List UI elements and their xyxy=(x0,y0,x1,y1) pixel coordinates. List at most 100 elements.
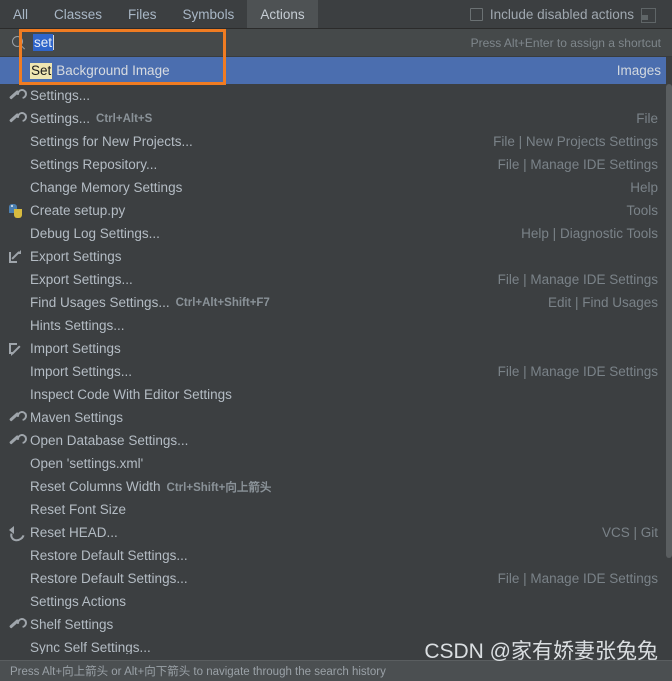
result-group: Help | Diagnostic Tools xyxy=(521,226,658,241)
python-icon xyxy=(8,203,24,219)
result-icon-placeholder xyxy=(8,548,24,564)
status-bar-text: Press Alt+向上箭头 or Alt+向下箭头 to navigate t… xyxy=(10,666,386,678)
result-label: Restore Default Settings... xyxy=(30,548,188,563)
result-label: Import Settings... xyxy=(30,364,133,379)
result-icon-placeholder xyxy=(8,180,24,196)
result-icon-placeholder xyxy=(8,226,24,242)
result-label: Restore Default Settings... xyxy=(30,571,188,586)
search-input[interactable]: set xyxy=(33,34,54,51)
search-everywhere-dialog: All Classes Files Symbols Actions Includ… xyxy=(0,0,672,681)
result-icon-placeholder xyxy=(8,640,24,655)
result-row[interactable]: Open Database Settings... xyxy=(0,429,666,452)
tab-symbols[interactable]: Symbols xyxy=(170,0,248,28)
tab-all[interactable]: All xyxy=(0,0,41,28)
result-label: Find Usages Settings... xyxy=(30,295,170,310)
result-label: Settings... xyxy=(30,88,91,103)
result-icon-placeholder xyxy=(8,502,24,518)
result-icon-placeholder xyxy=(8,295,24,311)
include-disabled-actions-option[interactable]: Include disabled actions xyxy=(469,0,672,28)
search-icon xyxy=(11,35,27,51)
window-icon[interactable] xyxy=(641,7,656,23)
result-row[interactable]: Change Memory Settings Help xyxy=(0,176,666,199)
result-row[interactable]: Settings... Ctrl+Alt+S File xyxy=(0,107,666,130)
tab-actions[interactable]: Actions xyxy=(247,0,318,28)
result-group: Tools xyxy=(626,203,658,218)
result-row[interactable]: Import Settings xyxy=(0,337,666,360)
wrench-icon xyxy=(8,617,24,633)
result-label: Shelf Settings xyxy=(30,617,114,632)
result-row[interactable]: Reset Font Size xyxy=(0,498,666,521)
result-label: Export Settings xyxy=(30,249,122,264)
result-row[interactable]: Export Settings xyxy=(0,245,666,268)
scrollbar-thumb[interactable] xyxy=(666,84,672,558)
result-icon-placeholder xyxy=(8,456,24,472)
result-group: VCS | Git xyxy=(601,525,658,540)
result-label: Inspect Code With Editor Settings xyxy=(30,387,232,402)
result-label: Settings Actions xyxy=(30,594,127,609)
result-row[interactable]: Find Usages Settings... Ctrl+Alt+Shift+F7… xyxy=(0,291,666,314)
result-row[interactable]: Shelf Settings xyxy=(0,613,666,636)
result-icon-placeholder xyxy=(8,318,24,334)
assign-shortcut-hint: Press Alt+Enter to assign a shortcut xyxy=(470,35,661,50)
result-row[interactable]: Settings... xyxy=(0,84,666,107)
result-row[interactable]: Maven Settings xyxy=(0,406,666,429)
result-row[interactable]: Restore Default Settings... File | Manage… xyxy=(0,567,666,590)
result-row[interactable]: Hints Settings... xyxy=(0,314,666,337)
result-row[interactable]: Settings Actions xyxy=(0,590,666,613)
tab-files[interactable]: Files xyxy=(115,0,170,28)
result-row[interactable]: Sync Self Settings... xyxy=(0,636,666,654)
result-label: Change Memory Settings xyxy=(30,180,183,195)
result-row[interactable]: Import Settings... File | Manage IDE Sett… xyxy=(0,360,666,383)
result-row[interactable]: Settings for New Projects... File | New P… xyxy=(0,130,666,153)
result-row[interactable]: Reset HEAD... VCS | Git xyxy=(0,521,666,544)
results-list[interactable]: Settings... Settings... Ctrl+Alt+S File Sett… xyxy=(0,84,666,654)
tab-classes-label: Classes xyxy=(54,6,103,22)
result-row[interactable]: Open 'settings.xml' xyxy=(0,452,666,475)
tab-classes[interactable]: Classes xyxy=(41,0,115,28)
result-group: File | New Projects Settings xyxy=(493,134,658,149)
text-caret xyxy=(53,35,55,50)
result-icon-placeholder xyxy=(8,479,24,495)
result-icon-placeholder xyxy=(8,594,24,610)
result-group: Help xyxy=(630,180,658,195)
tab-files-label: Files xyxy=(128,6,157,22)
tab-actions-label: Actions xyxy=(260,6,305,22)
result-label: Open 'settings.xml' xyxy=(30,456,144,471)
result-row[interactable]: Debug Log Settings... Help | Diagnostic T… xyxy=(0,222,666,245)
selected-result-text: Set Background Image xyxy=(0,62,170,79)
search-bar[interactable]: set Press Alt+Enter to assign a shortcut xyxy=(0,29,672,57)
result-row[interactable]: Settings Repository... File | Manage IDE … xyxy=(0,153,666,176)
result-label: Reset Columns Width xyxy=(30,479,161,494)
result-label: Hints Settings... xyxy=(30,318,125,333)
tab-symbols-label: Symbols xyxy=(182,6,235,22)
result-row[interactable]: Reset Columns Width Ctrl+Shift+向上箭头 xyxy=(0,475,666,498)
result-group: File | Manage IDE Settings xyxy=(497,272,658,287)
wrench-icon xyxy=(8,88,24,104)
result-row[interactable]: Restore Default Settings... xyxy=(0,544,666,567)
result-label: Debug Log Settings... xyxy=(30,226,160,241)
result-icon-placeholder xyxy=(8,157,24,173)
scrollbar-track[interactable] xyxy=(666,84,672,654)
export-icon xyxy=(8,249,24,265)
tab-bar-spacer xyxy=(318,0,470,28)
wrench-icon xyxy=(8,111,24,127)
result-group: File | Manage IDE Settings xyxy=(497,364,658,379)
result-icon-placeholder xyxy=(8,571,24,587)
result-group: File | Manage IDE Settings xyxy=(497,571,658,586)
result-group: File xyxy=(636,111,658,126)
selected-result-row[interactable]: Set Background Image Images xyxy=(0,57,666,84)
result-label: Settings Repository... xyxy=(30,157,158,172)
result-label: Create setup.py xyxy=(30,203,126,218)
result-group: Edit | Find Usages xyxy=(547,295,658,310)
result-row[interactable]: Create setup.py Tools xyxy=(0,199,666,222)
undo-icon xyxy=(8,525,24,541)
selected-result-group: Images xyxy=(616,63,661,78)
include-disabled-actions-label: Include disabled actions xyxy=(489,6,634,22)
include-disabled-actions-checkbox[interactable] xyxy=(469,7,483,21)
result-label: Maven Settings xyxy=(30,410,124,425)
result-row[interactable]: Export Settings... File | Manage IDE Sett… xyxy=(0,268,666,291)
result-group: File | Manage IDE Settings xyxy=(497,157,658,172)
result-row[interactable]: Inspect Code With Editor Settings xyxy=(0,383,666,406)
status-bar: Press Alt+向上箭头 or Alt+向下箭头 to navigate t… xyxy=(0,660,672,681)
result-label: Sync Self Settings... xyxy=(30,640,151,654)
